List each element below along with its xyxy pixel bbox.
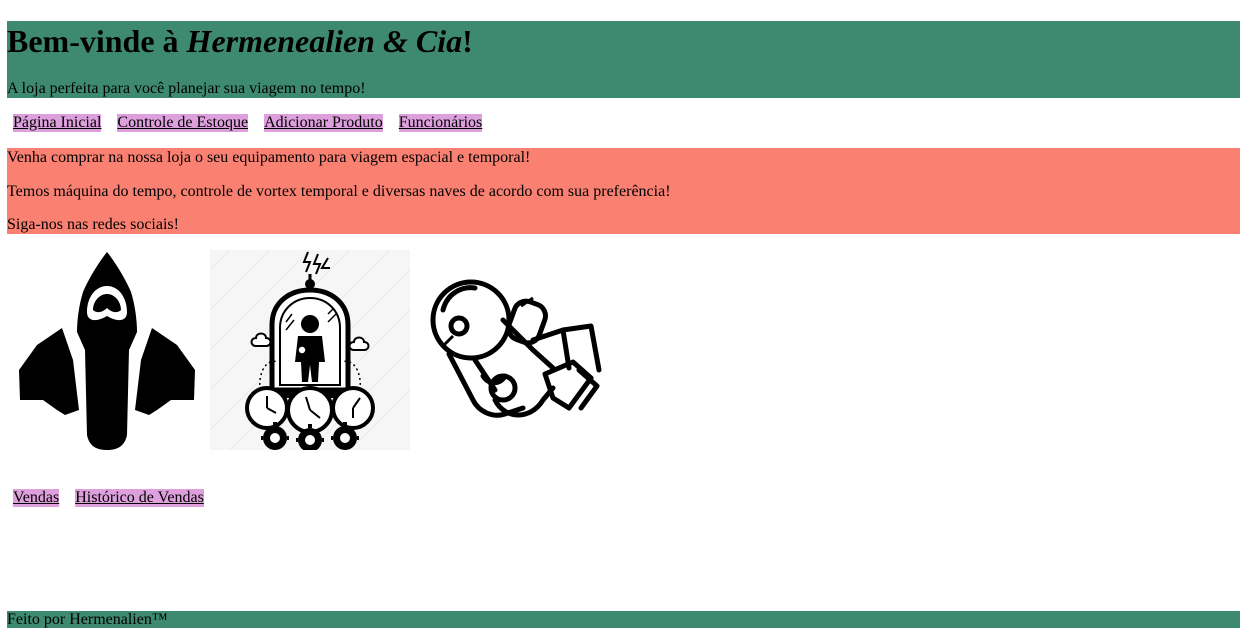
spaceship-icon <box>7 250 207 450</box>
title-prefix: Bem-vinde à <box>7 23 187 59</box>
main-nav: Página Inicial Controle de Estoque Adici… <box>13 114 483 132</box>
nav-link-add-product[interactable]: Adicionar Produto <box>264 114 383 132</box>
promo-line-3: Siga-nos nas redes sociais! <box>7 216 179 233</box>
promo-line-1: Venha comprar na nossa loja o seu equipa… <box>7 149 531 166</box>
nav-link-sales-history[interactable]: Histórico de Vendas <box>75 489 204 507</box>
title-suffix: ! <box>462 23 473 59</box>
nav-link-employees[interactable]: Funcionários <box>398 114 483 132</box>
footer-credit: Feito por Hermenalien™ <box>7 611 168 628</box>
time-machine-icon <box>210 250 410 450</box>
nav-link-stock-control[interactable]: Controle de Estoque <box>117 114 249 132</box>
title-brand: Hermenealien & Cia <box>186 23 463 59</box>
astronaut-icon <box>413 250 613 450</box>
page: Bem-vinde à Hermenealien & Cia! A loja p… <box>0 0 1240 628</box>
secondary-nav: Vendas Histórico de Vendas <box>13 489 204 507</box>
tagline: A loja perfeita para você planejar sua v… <box>7 80 366 97</box>
footer: Feito por Hermenalien™ <box>7 611 1240 628</box>
nav-link-home[interactable]: Página Inicial <box>13 114 102 132</box>
page-title: Bem-vinde à Hermenealien & Cia! <box>7 23 473 59</box>
nav-link-sales[interactable]: Vendas <box>13 489 60 507</box>
header-banner: Bem-vinde à Hermenealien & Cia! A loja p… <box>7 21 1240 98</box>
promo-section: Venha comprar na nossa loja o seu equipa… <box>7 148 1240 234</box>
promo-line-2: Temos máquina do tempo, controle de vort… <box>7 183 671 200</box>
